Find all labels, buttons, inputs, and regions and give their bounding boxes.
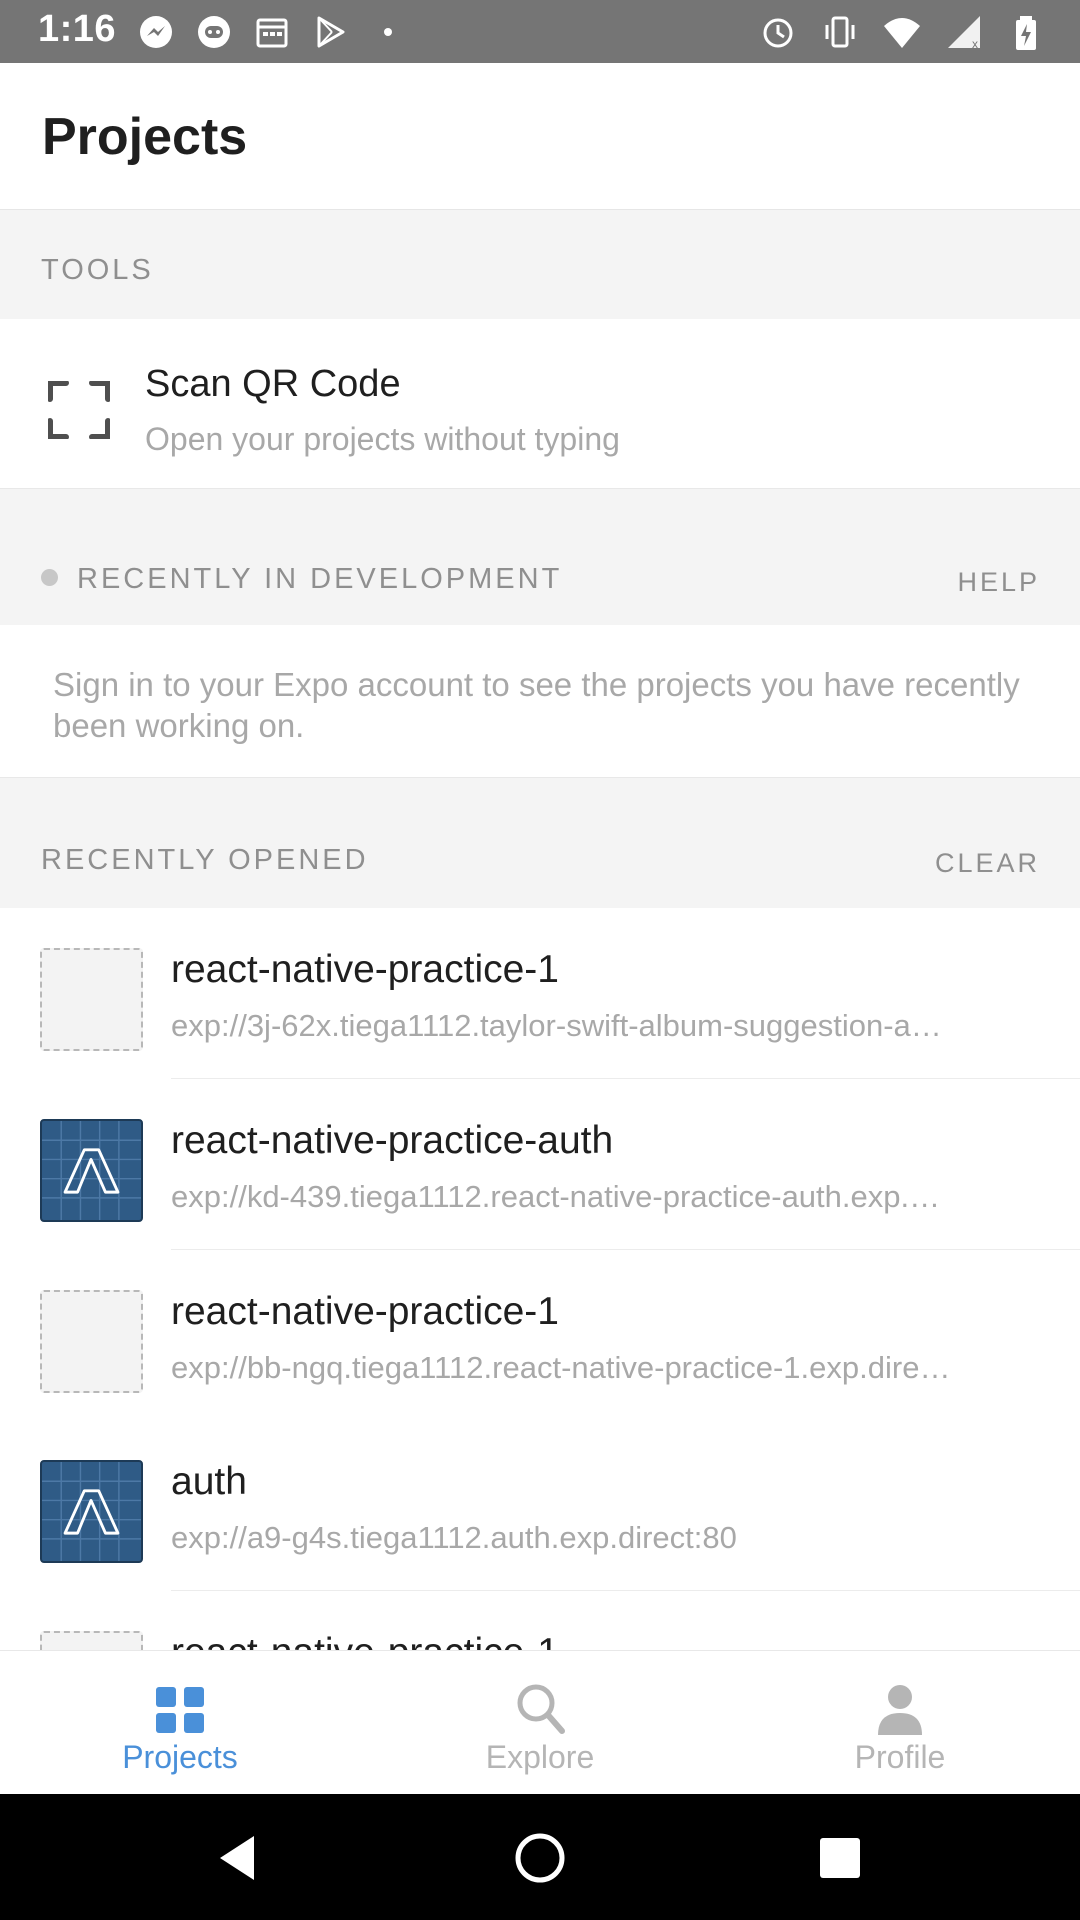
- project-row[interactable]: react-native-practice-auth exp://kd-439.…: [0, 1079, 1080, 1250]
- scan-qr-title: Scan QR Code: [145, 363, 401, 405]
- messenger-icon: [136, 12, 176, 52]
- project-url: exp://3j-62x.tiega1112.taylor-swift-albu…: [171, 1008, 942, 1043]
- calendar-icon: [252, 12, 292, 52]
- help-button[interactable]: HELP: [957, 567, 1040, 598]
- tab-explore-label: Explore: [485, 1739, 595, 1775]
- project-row[interactable]: react-native-practice-1: [0, 1591, 1080, 1650]
- signal-icon: x: [944, 12, 984, 52]
- system-nav-bar: [0, 1794, 1080, 1920]
- battery-icon: [1006, 12, 1046, 52]
- app-header: Projects: [0, 63, 1080, 210]
- status-bar: 1:16 x: [0, 0, 1080, 63]
- person-icon: [872, 1681, 928, 1737]
- scan-qr-subtitle: Open your projects without typing: [145, 421, 620, 457]
- project-url: exp://bb-ngq.tiega1112.react-native-prac…: [171, 1350, 951, 1385]
- qr-scan-icon: [47, 380, 111, 440]
- play-store-icon: [310, 12, 350, 52]
- tab-explore[interactable]: Explore: [360, 1651, 720, 1795]
- vibrate-icon: [820, 12, 860, 52]
- signin-message: Sign in to your Expo account to see the …: [53, 666, 1020, 744]
- project-row[interactable]: react-native-practice-1 exp://3j-62x.tie…: [0, 908, 1080, 1079]
- alarm-icon: [758, 12, 798, 52]
- project-name: react-native-practice-1: [171, 948, 559, 991]
- project-url: exp://a9-g4s.tiega1112.auth.exp.direct:8…: [171, 1520, 737, 1555]
- project-name: react-native-practice-auth: [171, 1119, 614, 1162]
- messenger-bot-icon: [194, 12, 234, 52]
- tab-profile-label: Profile: [854, 1739, 946, 1775]
- recent-section-header: RECENTLY OPENED CLEAR: [0, 778, 1080, 908]
- project-thumbnail-placeholder: [40, 948, 143, 1051]
- project-name: auth: [171, 1460, 247, 1503]
- development-section-title: RECENTLY IN DEVELOPMENT: [77, 563, 563, 595]
- recent-section-title: RECENTLY OPENED: [41, 844, 369, 876]
- tools-section-title: TOOLS: [41, 254, 154, 286]
- tools-section-header: TOOLS: [0, 210, 1080, 319]
- status-time: 1:16: [38, 8, 117, 50]
- development-status-dot-icon: [41, 569, 58, 586]
- page-title: Projects: [42, 108, 248, 166]
- project-row[interactable]: auth exp://a9-g4s.tiega1112.auth.exp.dir…: [0, 1420, 1080, 1591]
- tab-projects[interactable]: Projects: [0, 1651, 360, 1795]
- grid-icon: [152, 1681, 208, 1737]
- project-thumbnail-placeholder: [40, 1290, 143, 1393]
- project-row[interactable]: react-native-practice-1 exp://bb-ngq.tie…: [0, 1250, 1080, 1421]
- notification-dot-icon: [368, 12, 408, 52]
- tab-profile[interactable]: Profile: [720, 1651, 1080, 1795]
- status-right-icons: x: [758, 12, 1046, 52]
- search-icon: [512, 1681, 568, 1737]
- svg-text:x: x: [972, 37, 978, 51]
- back-icon[interactable]: [212, 1830, 268, 1886]
- wifi-icon: [882, 12, 922, 52]
- clear-button[interactable]: CLEAR: [935, 848, 1040, 879]
- tab-projects-label: Projects: [122, 1739, 238, 1775]
- project-name: react-native-practice-1: [171, 1290, 559, 1333]
- project-thumbnail-placeholder: [40, 1631, 143, 1650]
- project-name: react-native-practice-1: [171, 1631, 559, 1650]
- status-left-icons: [136, 12, 408, 52]
- home-icon[interactable]: [512, 1830, 568, 1886]
- expo-app-icon: [40, 1119, 143, 1222]
- recents-icon[interactable]: [812, 1830, 868, 1886]
- project-url: exp://kd-439.tiega1112.react-native-prac…: [171, 1179, 941, 1214]
- scan-qr-row[interactable]: Scan QR Code Open your projects without …: [0, 319, 1080, 489]
- development-section-header: RECENTLY IN DEVELOPMENT HELP: [0, 489, 1080, 625]
- expo-app-icon: [40, 1460, 143, 1563]
- bottom-tab-bar: Projects Explore Profile: [0, 1650, 1080, 1794]
